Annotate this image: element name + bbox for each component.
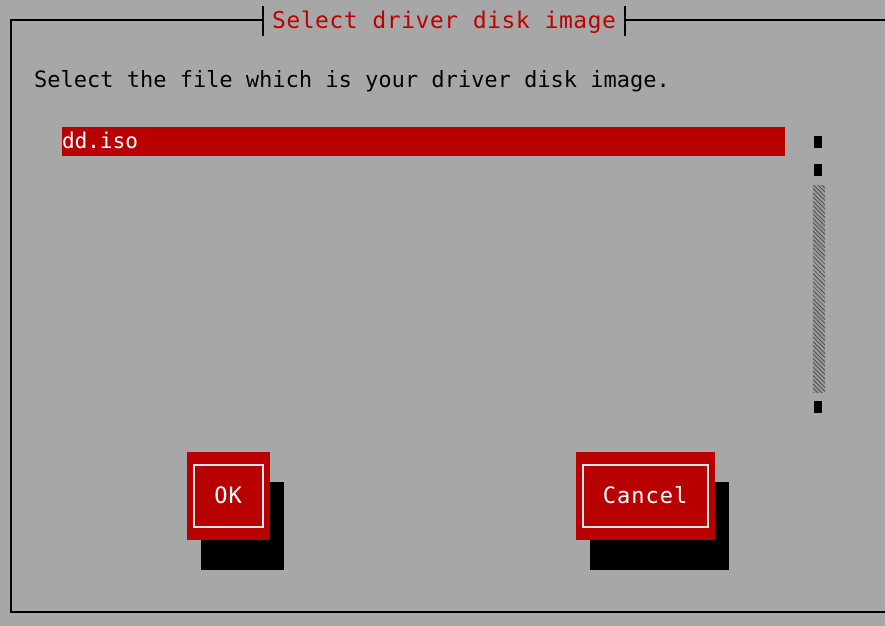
scrollbar-track[interactable] [813,185,825,393]
dialog-prompt: Select the file which is your driver dis… [34,68,670,93]
ok-button[interactable]: OK [187,452,270,540]
scroll-up-marker[interactable] [814,136,822,148]
cancel-button-label: Cancel [602,483,689,509]
list-item-dd-iso[interactable]: dd.iso [62,127,785,156]
file-list[interactable]: dd.iso [62,127,785,417]
dialog-title-box: Select driver disk image [262,6,627,36]
scroll-down-marker[interactable] [814,401,822,413]
dialog-title: Select driver disk image [272,8,617,34]
ok-button-label: OK [214,483,243,509]
cancel-button[interactable]: Cancel [576,452,715,540]
scroll-marker [814,164,822,176]
